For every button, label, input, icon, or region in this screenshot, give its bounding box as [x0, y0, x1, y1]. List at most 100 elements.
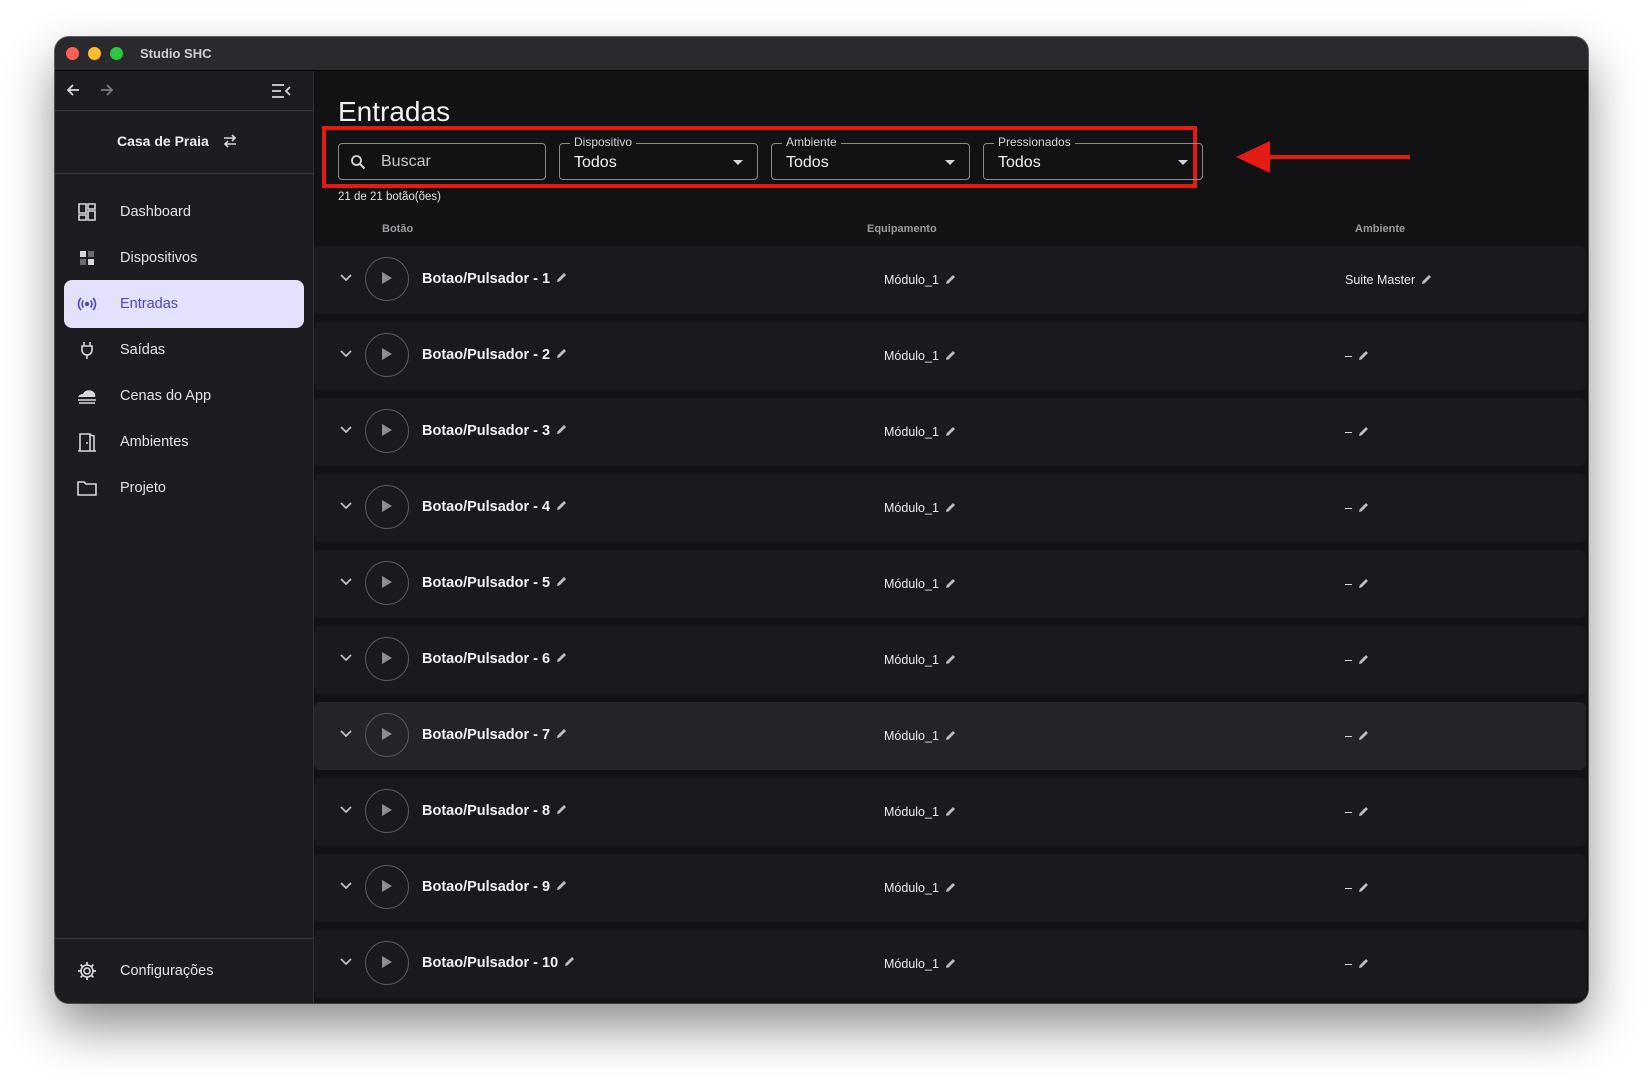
filter-label: Pressionados	[994, 135, 1075, 149]
edit-pencil-icon[interactable]	[1358, 730, 1369, 744]
sidebar-toolbar	[55, 71, 313, 111]
edit-pencil-icon[interactable]	[1358, 350, 1369, 364]
column-header-equipamento[interactable]: Equipamento	[867, 223, 937, 235]
minimize-window-button[interactable]	[88, 47, 101, 60]
search-input[interactable]: Buscar	[338, 143, 546, 180]
edit-pencil-icon[interactable]	[945, 502, 956, 516]
sidebar-item-ambientes[interactable]: Ambientes	[64, 418, 304, 466]
sidebar-item-cenas[interactable]: Cenas do App	[64, 372, 304, 420]
close-window-button[interactable]	[66, 47, 79, 60]
equipment-text: Módulo_1	[884, 577, 939, 591]
play-button[interactable]	[365, 941, 409, 985]
chevron-down-icon[interactable]	[340, 806, 352, 814]
column-header-botao[interactable]: Botão	[382, 223, 413, 235]
equipment-cell: Módulo_1	[884, 577, 956, 592]
sidebar-item-saidas[interactable]: Saídas	[64, 326, 304, 374]
sidebar-item-dashboard[interactable]: Dashboard	[64, 188, 304, 236]
chevron-down-icon[interactable]	[340, 654, 352, 662]
play-button[interactable]	[365, 485, 409, 529]
table-row[interactable]: Botao/Pulsador - 6 Módulo_1 –	[314, 626, 1586, 694]
dashboard-icon	[78, 203, 96, 221]
filter-value: Todos	[574, 154, 617, 171]
edit-pencil-icon[interactable]	[556, 879, 567, 895]
project-name: Casa de Praia	[117, 133, 209, 149]
sidebar-item-projeto[interactable]: Projeto	[64, 464, 304, 512]
edit-pencil-icon[interactable]	[1358, 502, 1369, 516]
chevron-down-icon[interactable]	[340, 350, 352, 358]
edit-pencil-icon[interactable]	[556, 727, 567, 743]
edit-pencil-icon[interactable]	[1358, 578, 1369, 592]
edit-pencil-icon[interactable]	[945, 350, 956, 364]
back-arrow-icon[interactable]	[65, 82, 81, 98]
edit-pencil-icon[interactable]	[945, 806, 956, 820]
play-button[interactable]	[365, 333, 409, 377]
edit-pencil-icon[interactable]	[945, 654, 956, 668]
table-row[interactable]: Botao/Pulsador - 10 Módulo_1 –	[314, 930, 1586, 998]
play-icon	[382, 272, 392, 284]
edit-pencil-icon[interactable]	[945, 274, 956, 288]
play-button[interactable]	[365, 713, 409, 757]
forward-arrow-icon[interactable]	[99, 82, 115, 98]
equipment-text: Módulo_1	[884, 653, 939, 667]
chevron-down-icon[interactable]	[340, 730, 352, 738]
edit-pencil-icon[interactable]	[556, 423, 567, 439]
edit-pencil-icon[interactable]	[945, 958, 956, 972]
chevron-down-icon[interactable]	[340, 426, 352, 434]
edit-pencil-icon[interactable]	[945, 730, 956, 744]
edit-pencil-icon[interactable]	[556, 575, 567, 591]
filter-ambiente-select[interactable]: Ambiente Todos	[771, 135, 970, 180]
filter-pressionados-select[interactable]: Pressionados Todos	[983, 135, 1203, 180]
table-row[interactable]: Botao/Pulsador - 1 Módulo_1 Suite Master	[314, 246, 1586, 314]
edit-pencil-icon[interactable]	[1358, 882, 1369, 896]
table-row[interactable]: Botao/Pulsador - 9 Módulo_1 –	[314, 854, 1586, 922]
equipment-cell: Módulo_1	[884, 349, 956, 364]
table-row[interactable]: Botao/Pulsador - 3 Módulo_1 –	[314, 398, 1586, 466]
edit-pencil-icon[interactable]	[945, 578, 956, 592]
chevron-down-icon[interactable]	[340, 578, 352, 586]
edit-pencil-icon[interactable]	[564, 955, 575, 971]
edit-pencil-icon[interactable]	[556, 347, 567, 363]
edit-pencil-icon[interactable]	[945, 426, 956, 440]
equipment-cell: Módulo_1	[884, 273, 956, 288]
window-title: Studio SHC	[140, 46, 212, 61]
chevron-down-icon[interactable]	[340, 274, 352, 282]
equipment-text: Módulo_1	[884, 729, 939, 743]
search-placeholder: Buscar	[381, 153, 431, 170]
table-row[interactable]: Botao/Pulsador - 2 Módulo_1 –	[314, 322, 1586, 390]
chevron-down-icon[interactable]	[340, 958, 352, 966]
sidebar-item-dispositivos[interactable]: Dispositivos	[64, 234, 304, 282]
edit-pencil-icon[interactable]	[556, 651, 567, 667]
caret-down-icon	[945, 160, 955, 165]
edit-pencil-icon[interactable]	[1421, 274, 1432, 288]
play-button[interactable]	[365, 561, 409, 605]
edit-pencil-icon[interactable]	[556, 803, 567, 819]
chevron-down-icon[interactable]	[340, 502, 352, 510]
cloud-scene-icon	[78, 390, 96, 404]
chevron-down-icon[interactable]	[340, 882, 352, 890]
table-row[interactable]: Botao/Pulsador - 8 Módulo_1 –	[314, 778, 1586, 846]
edit-pencil-icon[interactable]	[1358, 426, 1369, 440]
sidebar-item-entradas[interactable]: Entradas	[64, 280, 304, 328]
sidebar-item-configuracoes[interactable]: Configurações	[64, 947, 304, 995]
edit-pencil-icon[interactable]	[1358, 958, 1369, 972]
edit-pencil-icon[interactable]	[1358, 806, 1369, 820]
table-row[interactable]: Botao/Pulsador - 5 Módulo_1 –	[314, 550, 1586, 618]
table-row[interactable]: Botao/Pulsador - 7 Módulo_1 –	[314, 702, 1586, 770]
zoom-window-button[interactable]	[110, 47, 123, 60]
play-button[interactable]	[365, 409, 409, 453]
project-switcher[interactable]: Casa de Praia	[55, 111, 313, 174]
play-button[interactable]	[365, 865, 409, 909]
edit-pencil-icon[interactable]	[1358, 654, 1369, 668]
edit-pencil-icon[interactable]	[556, 271, 567, 287]
edit-pencil-icon[interactable]	[945, 882, 956, 896]
table-row[interactable]: Botao/Pulsador - 4 Módulo_1 –	[314, 474, 1586, 542]
collapse-menu-icon[interactable]	[271, 83, 291, 99]
filter-label: Ambiente	[782, 135, 841, 149]
play-button[interactable]	[365, 637, 409, 681]
filter-dispositivo-select[interactable]: Dispositivo Todos	[559, 135, 758, 180]
play-button[interactable]	[365, 789, 409, 833]
column-header-ambiente[interactable]: Ambiente	[1355, 223, 1405, 235]
edit-pencil-icon[interactable]	[556, 499, 567, 515]
play-button[interactable]	[365, 257, 409, 301]
filter-value: Todos	[786, 154, 829, 171]
